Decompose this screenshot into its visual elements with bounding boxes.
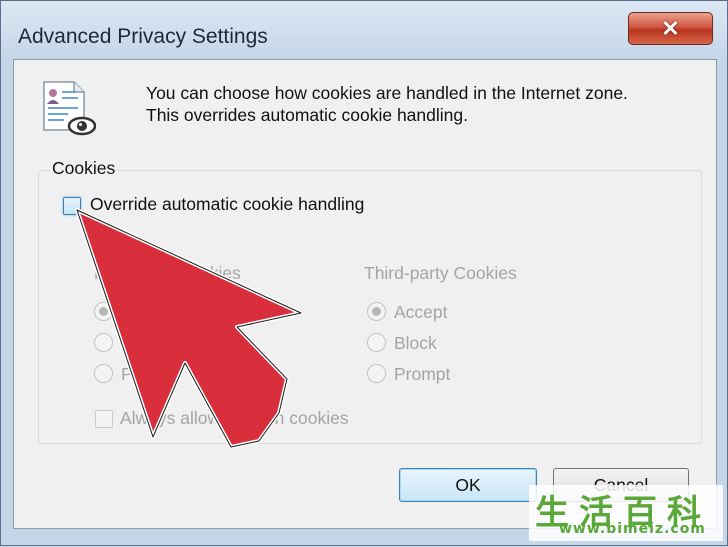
watermark-url: www.bimeiz.com [559, 521, 706, 537]
close-icon: ✕ [661, 15, 680, 41]
first-party-block-label[interactable]: Block [121, 333, 164, 354]
intro-line-1: You can choose how cookies are handled i… [146, 83, 628, 103]
session-cookies-label[interactable]: Always allow session cookies [120, 408, 349, 429]
first-party-accept-radio[interactable] [94, 302, 113, 321]
intro-text: You can choose how cookies are handled i… [146, 82, 686, 126]
privacy-document-eye-icon [43, 81, 96, 136]
third-party-prompt-radio[interactable] [367, 364, 386, 383]
first-party-prompt-label[interactable]: Prompt [121, 364, 177, 385]
override-cookie-label[interactable]: Override automatic cookie handling [90, 194, 364, 215]
session-cookies-checkbox[interactable] [95, 410, 113, 428]
dialog-body: You can choose how cookies are handled i… [13, 59, 717, 529]
intro-line-2: This overrides automatic cookie handling… [146, 105, 468, 125]
advanced-privacy-settings-dialog: Advanced Privacy Settings ✕ You can choo… [0, 0, 728, 546]
first-party-heading: First-party Cookies [94, 263, 241, 283]
watermark: 生活百科 www.bimeiz.com [529, 485, 723, 541]
dialog-title: Advanced Privacy Settings [18, 25, 268, 48]
third-party-prompt-label[interactable]: Prompt [394, 364, 450, 385]
third-party-block-radio[interactable] [367, 333, 386, 352]
close-button[interactable]: ✕ [628, 12, 713, 45]
third-party-block-label[interactable]: Block [394, 333, 437, 354]
cookies-group-label: Cookies [50, 158, 118, 179]
third-party-heading: Third-party Cookies [364, 263, 517, 283]
ok-button[interactable]: OK [399, 468, 537, 502]
first-party-block-radio[interactable] [94, 333, 113, 352]
override-cookie-checkbox[interactable] [63, 197, 81, 215]
third-party-accept-label[interactable]: Accept [394, 302, 448, 323]
third-party-accept-radio[interactable] [367, 302, 386, 321]
first-party-prompt-radio[interactable] [94, 364, 113, 383]
title-bar[interactable]: Advanced Privacy Settings ✕ [1, 1, 727, 59]
first-party-accept-label[interactable]: Accept [121, 302, 175, 323]
